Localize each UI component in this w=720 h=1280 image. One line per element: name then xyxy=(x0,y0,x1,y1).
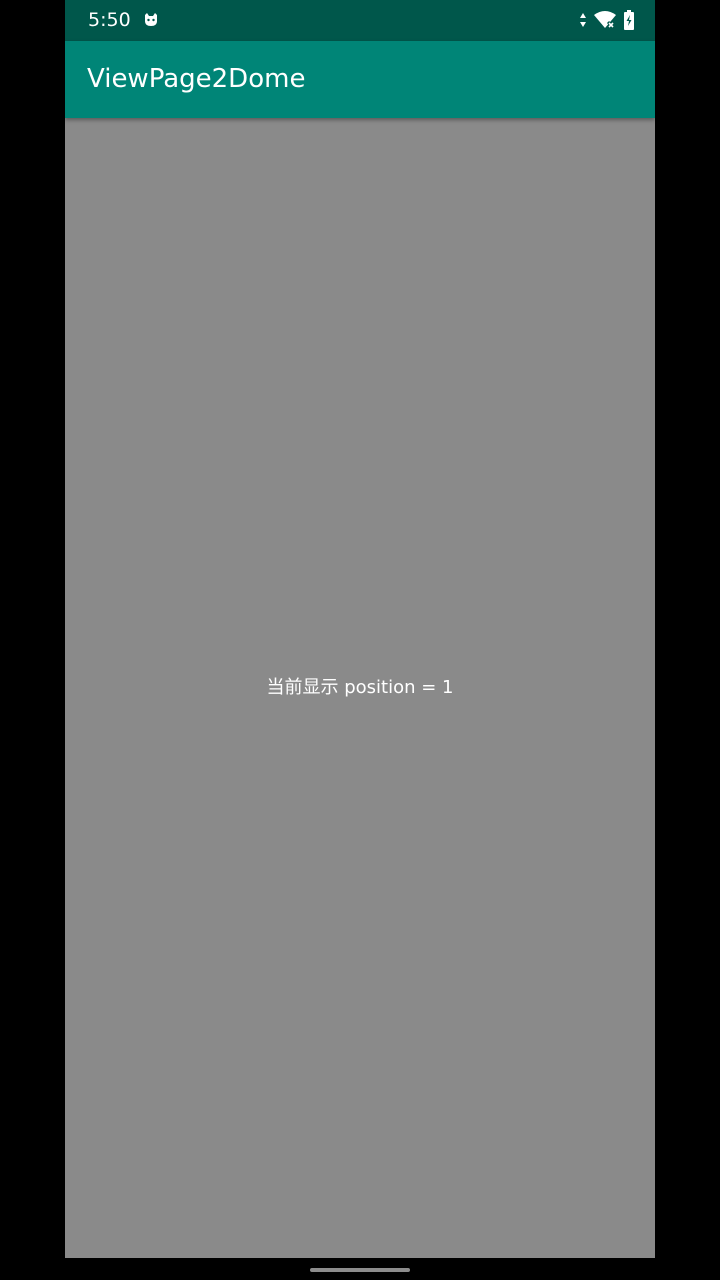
wifi-off-icon xyxy=(593,10,617,30)
status-icons xyxy=(579,10,635,30)
viewpager-page[interactable]: 当前显示 position = 1 xyxy=(65,118,655,1258)
status-bar: 5:50 xyxy=(65,0,655,41)
cat-face-icon xyxy=(142,11,160,29)
app-title: ViewPage2Dome xyxy=(87,64,306,94)
data-arrows-icon xyxy=(579,11,587,29)
battery-charging-icon xyxy=(623,10,635,30)
gesture-nav-handle[interactable] xyxy=(310,1268,410,1272)
phone-screen: 5:50 ViewPage2Dome 当前显示 position = 1 xyxy=(65,0,655,1258)
status-time: 5:50 xyxy=(88,9,131,31)
position-text: 当前显示 position = 1 xyxy=(266,677,454,698)
app-bar: ViewPage2Dome xyxy=(65,41,655,118)
